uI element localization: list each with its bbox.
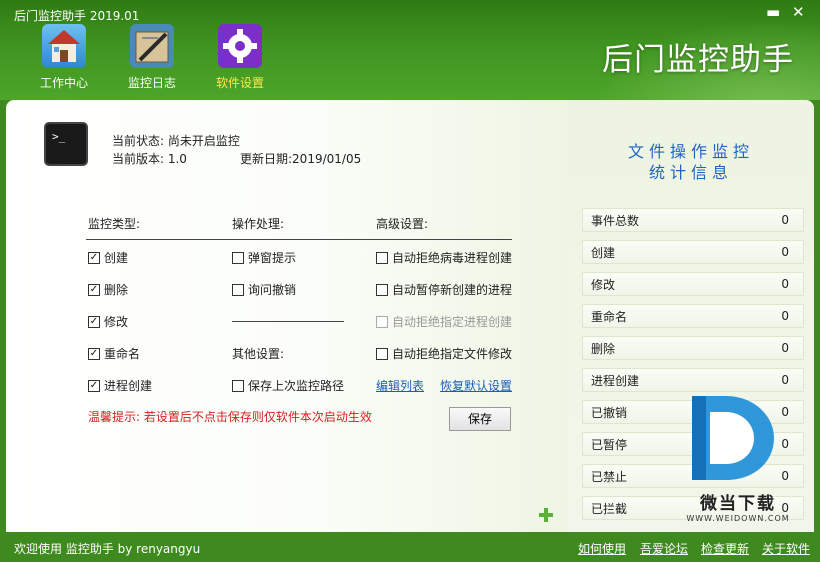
checkbox-process-create[interactable]: ✓ 进程创建 [88,377,152,394]
stat-label: 进程创建 [591,373,640,388]
stat-value: 0 [781,213,789,227]
stat-label: 重命名 [591,309,628,324]
forum-link[interactable]: 吾爱论坛 [640,540,688,557]
checkbox-label: 删除 [104,283,129,297]
monitor-type-header: 监控类型: [88,217,141,231]
window-title: 后门监控助手 2019.01 [14,9,140,23]
terminal-icon: >_ [44,122,88,166]
checkbox-label: 进程创建 [104,379,153,393]
check-update-link[interactable]: 检查更新 [701,540,749,557]
stat-label: 事件总数 [591,213,640,228]
unchecked-box-icon [376,347,388,360]
house-icon [42,24,86,68]
check-icon: ✓ [88,251,100,264]
unchecked-box-icon [232,283,244,296]
check-icon: ✓ [88,379,100,392]
unchecked-box-icon [232,251,244,264]
stat-delete: 删除 0 [582,336,804,360]
checkbox-label: 自动拒绝指定进程创建 [392,315,513,329]
unchecked-box-icon [376,283,388,296]
stat-value: 0 [781,245,789,259]
update-date: 更新日期:2019/01/05 [240,152,362,166]
settings-panel: >_ 当前状态: 尚未开启监控 当前版本: 1.0 更新日期:2019/01/0… [6,100,568,532]
checkbox-popup-alert[interactable]: 弹窗提示 [232,249,296,266]
close-button[interactable]: ✕ [792,4,805,20]
checkbox-modify[interactable]: ✓ 修改 [88,313,128,330]
checkbox-label: 创建 [104,251,129,265]
log-icon [130,24,174,68]
title-bar: 后门监控助手 2019.01 ▬ ✕ 后门监控助手 工作中心 监控日志 软件设置 [0,0,820,100]
unchecked-box-icon [376,251,388,264]
nav-label: 监控日志 [127,76,176,90]
checkbox-rename[interactable]: ✓ 重命名 [88,345,140,362]
stat-process-create: 进程创建 0 [582,368,804,392]
stat-label: 修改 [591,277,616,292]
nav-settings[interactable]: 软件设置 [205,24,275,91]
checkbox-label: 弹窗提示 [248,251,297,265]
stats-subtitle: 统计信息 [648,163,733,182]
welcome-text: 欢迎使用 监控助手 by renyangyu [14,542,201,556]
stat-value: 0 [781,373,789,387]
stat-label: 已暂停 [591,437,628,452]
divider [232,321,344,322]
stat-label: 已禁止 [591,469,628,484]
checkbox-label: 自动拒绝指定文件修改 [392,347,513,361]
stat-label: 删除 [591,341,616,356]
status-bar: 欢迎使用 监控助手 by renyangyu 如何使用 吾爱论坛 检查更新 关于… [0,532,820,562]
brand-title: 后门监控助手 [602,42,794,78]
checkbox-create[interactable]: ✓ 创建 [88,249,128,266]
nav-label: 工作中心 [39,76,88,90]
save-button[interactable]: 保存 [449,407,511,431]
stat-modify: 修改 0 [582,272,804,296]
checkbox-delete[interactable]: ✓ 删除 [88,281,128,298]
checkbox-label: 重命名 [104,347,141,361]
nav-work-center[interactable]: 工作中心 [29,24,99,91]
stat-total-events: 事件总数 0 [582,208,804,232]
gear-icon [218,24,262,68]
minimize-button[interactable]: ▬ [766,4,780,20]
stat-label: 创建 [591,245,616,260]
checkbox-reject-file-modify[interactable]: 自动拒绝指定文件修改 [376,345,512,362]
watermark-text: 微当下载 [700,494,776,514]
unchecked-box-icon [232,379,244,392]
checkbox-save-last-path[interactable]: 保存上次监控路径 [232,377,344,394]
stat-rename: 重命名 0 [582,304,804,328]
weidown-logo-icon [692,396,774,480]
advanced-header: 高级设置: [376,217,429,231]
unchecked-box-icon [376,315,388,328]
checkbox-label: 询问撤销 [248,283,297,297]
nav-monitor-log[interactable]: 监控日志 [117,24,187,91]
checkbox-reject-specified-process: 自动拒绝指定进程创建 [376,313,512,330]
checkbox-reject-virus-process[interactable]: 自动拒绝病毒进程创建 [376,249,512,266]
about-link[interactable]: 关于软件 [762,540,810,557]
other-settings-header: 其他设置: [232,347,285,361]
weidown-watermark: 微当下载 WWW.WEIDOWN.COM [682,392,794,532]
stat-create: 创建 0 [582,240,804,264]
check-icon: ✓ [88,347,100,360]
check-icon: ✓ [88,315,100,328]
checkbox-label: 保存上次监控路径 [248,379,345,393]
checkbox-label: 自动暂停新创建的进程 [392,283,513,297]
checkbox-label: 自动拒绝病毒进程创建 [392,251,513,265]
stat-label: 已拦截 [591,501,628,516]
divider [86,239,512,240]
edit-list-link[interactable]: 编辑列表 [376,377,424,394]
stat-value: 0 [781,309,789,323]
current-version: 当前版本: 1.0 [112,152,187,166]
stat-value: 0 [781,277,789,291]
plus-icon[interactable] [538,507,554,523]
checkbox-pause-new-process[interactable]: 自动暂停新创建的进程 [376,281,512,298]
action-header: 操作处理: [232,217,285,231]
how-to-use-link[interactable]: 如何使用 [578,540,626,557]
check-icon: ✓ [88,283,100,296]
checkbox-ask-undo[interactable]: 询问撤销 [232,281,296,298]
watermark-url: WWW.WEIDOWN.COM [686,514,790,523]
stat-value: 0 [781,341,789,355]
current-state: 当前状态: 尚未开启监控 [112,134,240,148]
checkbox-label: 修改 [104,315,129,329]
warning-text: 温馨提示: 若设置后不点击保存则仅软件本次启动生效 [88,410,372,424]
nav-label: 软件设置 [215,76,264,90]
stat-label: 已撤销 [591,405,628,420]
restore-default-link[interactable]: 恢复默认设置 [440,377,512,394]
